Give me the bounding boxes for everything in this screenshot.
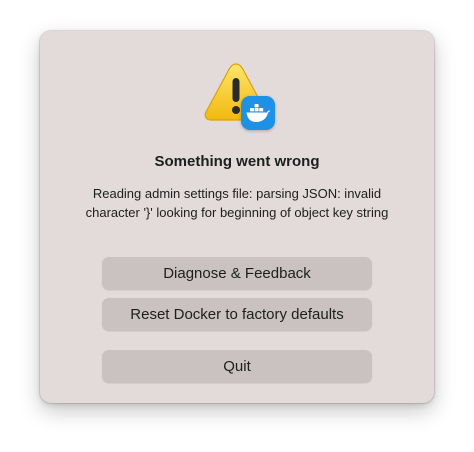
reset-factory-defaults-button[interactable]: Reset Docker to factory defaults	[102, 298, 372, 331]
docker-badge	[241, 96, 275, 130]
dialog-title: Something went wrong	[154, 153, 320, 170]
error-message-line-1: Reading admin settings file: parsing JSO…	[92, 186, 382, 201]
quit-button[interactable]: Quit	[102, 350, 372, 383]
docker-whale-icon	[246, 104, 270, 122]
alert-icon-group	[203, 61, 275, 130]
error-message: Reading admin settings file: parsing JSO…	[60, 184, 414, 222]
diagnose-feedback-button[interactable]: Diagnose & Feedback	[102, 257, 372, 290]
error-dialog: Something went wrong Reading admin setti…	[40, 31, 434, 403]
error-message-line-2: character '}' looking for beginning of o…	[85, 205, 389, 220]
